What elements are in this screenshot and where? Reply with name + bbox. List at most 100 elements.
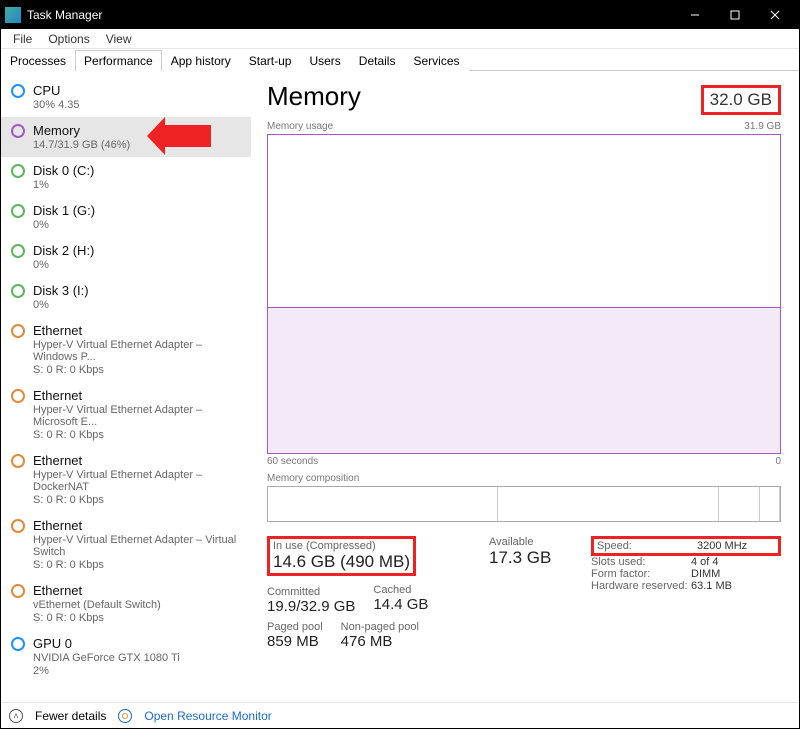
sidebar-item-disk-3-i-[interactable]: Disk 3 (I:)0% xyxy=(1,277,251,317)
app-icon xyxy=(5,7,21,23)
sidebar-item-title: Ethernet xyxy=(33,583,161,598)
sidebar-item-ethernet[interactable]: EthernetHyper-V Virtual Ethernet Adapter… xyxy=(1,447,251,512)
in-use-label: In use (Compressed) xyxy=(273,540,410,552)
sidebar-item-disk-1-g-[interactable]: Disk 1 (G:)0% xyxy=(1,197,251,237)
axis-right: 0 xyxy=(775,456,781,467)
tab-services[interactable]: Services xyxy=(404,50,468,71)
status-ring-icon xyxy=(11,324,25,338)
fewer-details-link[interactable]: Fewer details xyxy=(35,709,106,723)
footer-bar: ˄ Fewer details Open Resource Monitor xyxy=(1,702,799,728)
sidebar-item-ethernet[interactable]: EthernetHyper-V Virtual Ethernet Adapter… xyxy=(1,317,251,382)
window-title: Task Manager xyxy=(27,8,102,22)
memory-composition-chart xyxy=(267,486,781,522)
tab-performance[interactable]: Performance xyxy=(75,50,162,71)
status-ring-icon xyxy=(11,204,25,218)
close-button[interactable] xyxy=(755,1,795,29)
axis-left: 60 seconds xyxy=(267,456,318,467)
sidebar-item-ethernet[interactable]: EthernetvEthernet (Default Switch)S: 0 R… xyxy=(1,577,251,630)
content-area: CPU30% 4.35Memory14.7/31.9 GB (46%)Disk … xyxy=(1,71,799,702)
sidebar-item-title: Ethernet xyxy=(33,453,241,468)
total-memory: 32.0 GB xyxy=(701,85,781,115)
tab-bar: Processes Performance App history Start-… xyxy=(1,49,799,71)
cached-label: Cached xyxy=(373,584,428,596)
tab-startup[interactable]: Start-up xyxy=(240,50,301,71)
sidebar-item-memory[interactable]: Memory14.7/31.9 GB (46%) xyxy=(1,117,251,157)
tab-details[interactable]: Details xyxy=(350,50,405,71)
chart-fill xyxy=(268,307,780,453)
sidebar-item-sub2: S: 0 R: 0 Kbps xyxy=(33,429,241,441)
status-ring-icon xyxy=(11,389,25,403)
title-bar: Task Manager xyxy=(1,1,799,29)
status-ring-icon xyxy=(11,284,25,298)
tab-app-history[interactable]: App history xyxy=(162,50,240,71)
sidebar-item-title: Ethernet xyxy=(33,323,241,338)
performance-sidebar[interactable]: CPU30% 4.35Memory14.7/31.9 GB (46%)Disk … xyxy=(1,71,251,702)
sidebar-item-sub: Hyper-V Virtual Ethernet Adapter – Virtu… xyxy=(33,534,241,558)
sidebar-item-sub2: S: 0 R: 0 Kbps xyxy=(33,612,161,624)
composition-label: Memory composition xyxy=(267,473,781,484)
committed-label: Committed xyxy=(267,586,477,598)
sidebar-item-gpu-0[interactable]: GPU 0NVIDIA GeForce GTX 1080 Ti2% xyxy=(1,630,251,683)
main-panel: Memory 32.0 GB Memory usage 31.9 GB 60 s… xyxy=(251,71,799,702)
menu-view[interactable]: View xyxy=(98,30,140,48)
slots-val: 4 of 4 xyxy=(691,556,719,568)
usage-label: Memory usage xyxy=(267,121,333,132)
nonpaged-label: Non-paged pool xyxy=(341,621,419,633)
sidebar-item-sub2: S: 0 R: 0 Kbps xyxy=(33,364,241,376)
speed-key: Speed: xyxy=(597,540,697,552)
sidebar-item-sub: vEthernet (Default Switch) xyxy=(33,599,161,611)
open-resource-monitor-link[interactable]: Open Resource Monitor xyxy=(144,709,271,723)
menu-file[interactable]: File xyxy=(5,30,40,48)
available-label: Available xyxy=(489,536,579,548)
minimize-button[interactable] xyxy=(675,1,715,29)
memory-usage-chart xyxy=(267,134,781,454)
speed-val: 3200 MHz xyxy=(697,540,747,552)
sidebar-item-title: Disk 3 (I:) xyxy=(33,283,89,298)
cached-value: 14.4 GB xyxy=(373,596,428,613)
sidebar-item-sub: Hyper-V Virtual Ethernet Adapter – Windo… xyxy=(33,339,241,363)
status-ring-icon xyxy=(11,519,25,533)
sidebar-item-ethernet[interactable]: EthernetHyper-V Virtual Ethernet Adapter… xyxy=(1,512,251,577)
paged-label: Paged pool xyxy=(267,621,323,633)
sidebar-item-ethernet[interactable]: EthernetHyper-V Virtual Ethernet Adapter… xyxy=(1,382,251,447)
stats-grid: In use (Compressed) 14.6 GB (490 MB) Com… xyxy=(267,536,781,656)
sidebar-item-sub: 1% xyxy=(33,179,94,191)
sidebar-item-sub: 0% xyxy=(33,299,89,311)
speed-box: Speed: 3200 MHz xyxy=(591,536,781,556)
sidebar-item-title: Disk 0 (C:) xyxy=(33,163,94,178)
sidebar-item-title: Ethernet xyxy=(33,388,241,403)
sidebar-item-sub2: S: 0 R: 0 Kbps xyxy=(33,494,241,506)
sidebar-item-sub2: S: 0 R: 0 Kbps xyxy=(33,559,241,571)
tab-users[interactable]: Users xyxy=(300,50,349,71)
form-val: DIMM xyxy=(691,568,720,580)
sidebar-item-sub: Hyper-V Virtual Ethernet Adapter – Micro… xyxy=(33,404,241,428)
status-ring-icon xyxy=(11,164,25,178)
sidebar-item-title: GPU 0 xyxy=(33,636,180,651)
sidebar-item-sub: 30% 4.35 xyxy=(33,99,79,111)
tab-processes[interactable]: Processes xyxy=(1,50,75,71)
in-use-value: 14.6 GB (490 MB) xyxy=(273,552,410,572)
slots-key: Slots used: xyxy=(591,556,691,568)
sidebar-item-sub: NVIDIA GeForce GTX 1080 Ti xyxy=(33,652,180,664)
status-ring-icon xyxy=(11,584,25,598)
status-ring-icon xyxy=(11,637,25,651)
annotation-arrow-left xyxy=(165,125,211,147)
sidebar-item-title: Disk 1 (G:) xyxy=(33,203,95,218)
sidebar-item-title: Ethernet xyxy=(33,518,241,533)
status-ring-icon xyxy=(11,84,25,98)
sidebar-item-sub: 14.7/31.9 GB (46%) xyxy=(33,139,130,151)
sidebar-item-disk-0-c-[interactable]: Disk 0 (C:)1% xyxy=(1,157,251,197)
chevron-up-icon[interactable]: ˄ xyxy=(9,709,23,723)
in-use-box: In use (Compressed) 14.6 GB (490 MB) xyxy=(267,536,416,576)
reserved-key: Hardware reserved: xyxy=(591,580,691,592)
sidebar-item-title: Memory xyxy=(33,123,130,138)
resource-monitor-icon[interactable] xyxy=(118,709,132,723)
menu-options[interactable]: Options xyxy=(40,30,97,48)
status-ring-icon xyxy=(11,244,25,258)
sidebar-item-sub: 0% xyxy=(33,259,94,271)
maximize-button[interactable] xyxy=(715,1,755,29)
sidebar-item-title: CPU xyxy=(33,83,79,98)
sidebar-item-title: Disk 2 (H:) xyxy=(33,243,94,258)
sidebar-item-disk-2-h-[interactable]: Disk 2 (H:)0% xyxy=(1,237,251,277)
sidebar-item-cpu[interactable]: CPU30% 4.35 xyxy=(1,77,251,117)
